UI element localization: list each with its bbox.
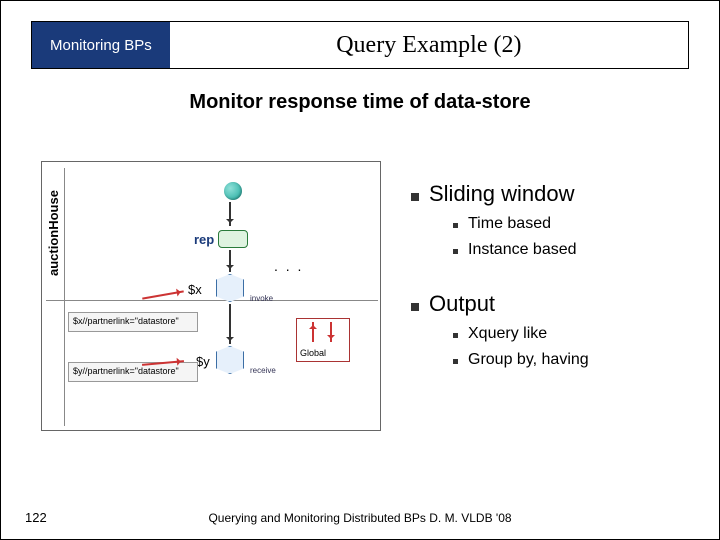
arrow-icon — [229, 250, 231, 272]
bullet-label: Sliding window — [429, 181, 575, 207]
xpath-arrow-icon — [142, 290, 184, 299]
rep-label: rep — [194, 232, 214, 247]
sub-bullet-label: Instance based — [468, 241, 577, 259]
slide: Monitoring BPs Query Example (2) Monitor… — [0, 0, 720, 540]
ellipsis-icon: . . . — [274, 258, 303, 274]
sub-bullet-label: Xquery like — [468, 325, 547, 343]
arrow-icon — [229, 304, 231, 344]
footer-text: Querying and Monitoring Distributed BPs … — [1, 511, 719, 525]
dot-bullet-icon — [453, 333, 458, 338]
xpath-box-1: $x//partnerlink="datastore" — [68, 312, 198, 332]
start-node-icon — [224, 182, 242, 200]
swimlane-label: auctionHouse — [46, 168, 64, 298]
bullet-item: Sliding window — [411, 181, 699, 207]
sub-bullet-label: Group by, having — [468, 351, 589, 369]
square-bullet-icon — [411, 303, 419, 311]
swimlane-divider-horizontal — [46, 300, 378, 301]
dot-bullet-icon — [453, 223, 458, 228]
sub-bullet-item: Group by, having — [453, 351, 699, 369]
bullet-label: Output — [429, 291, 495, 317]
rep-activity-icon — [218, 230, 248, 248]
sub-bullet-item: Xquery like — [453, 325, 699, 343]
bullet-item: Output — [411, 291, 699, 317]
bullet-list: Sliding window Time based Instance based… — [411, 171, 699, 369]
invoke-label: invoke — [250, 294, 273, 303]
dot-bullet-icon — [453, 359, 458, 364]
receive-activity-icon — [216, 346, 244, 374]
header-title: Query Example (2) — [170, 22, 688, 68]
square-bullet-icon — [411, 193, 419, 201]
global-label: Global — [300, 348, 326, 358]
invoke-activity-icon — [216, 274, 244, 302]
dot-bullet-icon — [453, 249, 458, 254]
slide-header: Monitoring BPs Query Example (2) — [31, 21, 689, 69]
global-arrow-up-icon — [312, 322, 314, 342]
sub-bullet-item: Instance based — [453, 241, 699, 259]
sub-bullet-item: Time based — [453, 215, 699, 233]
global-arrow-down-icon — [330, 322, 332, 342]
process-diagram: auctionHouse rep . . . $x invoke $y rece… — [41, 161, 381, 431]
receive-label: receive — [250, 366, 276, 375]
swimlane-divider-vertical — [64, 168, 65, 426]
var-y-label: $y — [196, 354, 210, 369]
slide-subtitle: Monitor response time of data-store — [1, 91, 719, 114]
sub-bullet-label: Time based — [468, 215, 551, 233]
header-badge: Monitoring BPs — [32, 22, 170, 68]
var-x-label: $x — [188, 282, 202, 297]
arrow-icon — [229, 202, 231, 226]
